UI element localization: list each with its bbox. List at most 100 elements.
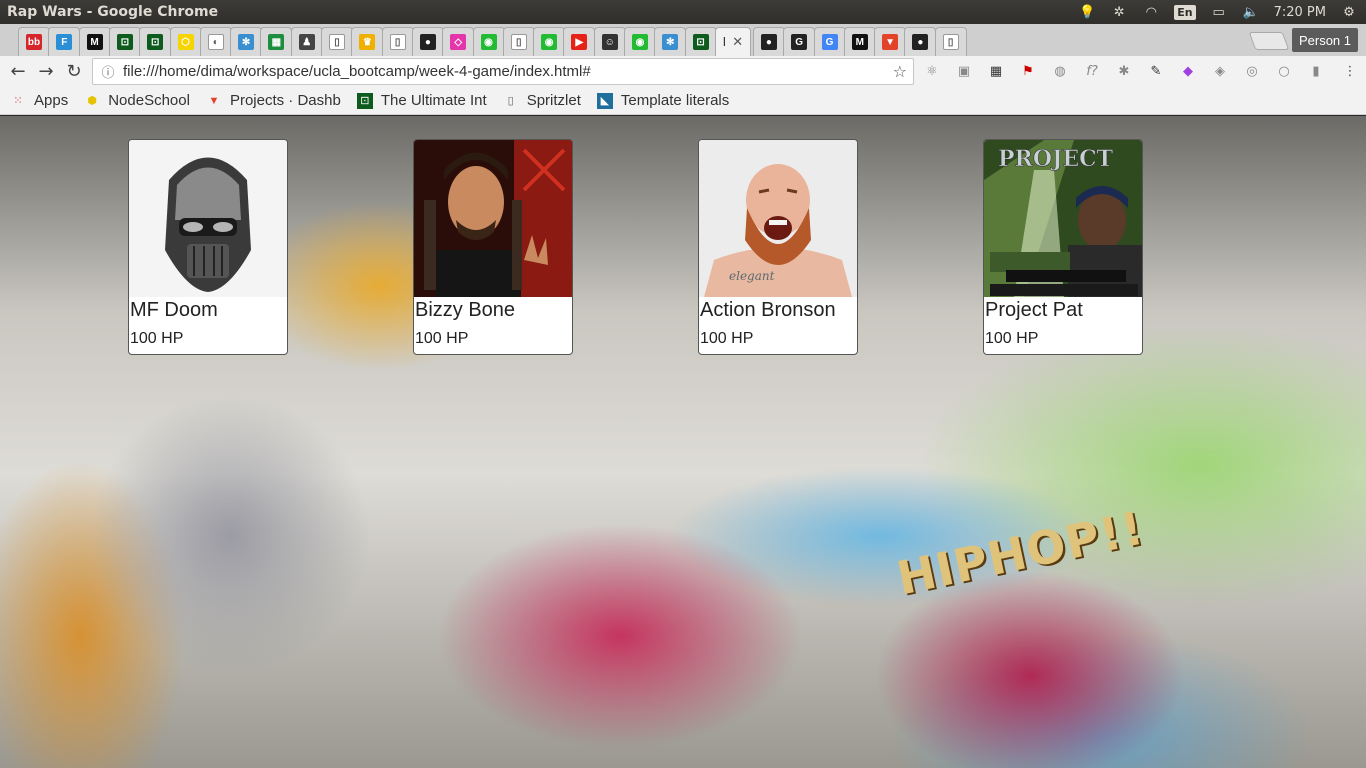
keyboard-layout[interactable]: En — [1174, 4, 1196, 20]
url-text[interactable]: file:///home/dima/workspace/ucla_bootcam… — [123, 63, 591, 80]
function-icon[interactable]: f? — [1082, 61, 1102, 81]
browser-tab[interactable]: ☺ — [593, 27, 626, 56]
menu-kebab-icon[interactable]: ⋮ — [1340, 61, 1360, 81]
character-name: Project Pat — [985, 299, 1083, 321]
browser-tab[interactable]: ● — [904, 27, 937, 56]
bars-extension-icon[interactable]: ▮ — [1306, 61, 1326, 81]
volume-icon[interactable]: 🔈 — [1242, 3, 1260, 21]
android-icon: ◉ — [541, 34, 558, 50]
profile-button[interactable]: Person 1 — [1292, 28, 1358, 52]
svg-text:elegant: elegant — [729, 269, 775, 283]
crown-icon: ♛ — [359, 34, 376, 50]
bookmark-apps[interactable]: ⁙ Apps — [10, 92, 68, 109]
browser-tab[interactable]: ◉ — [533, 27, 566, 56]
power-gear-icon[interactable]: ⚙ — [1340, 3, 1358, 21]
page-icon: ▯ — [510, 34, 527, 50]
character-card-mf-doom[interactable]: MF Doom 100 HP — [128, 139, 288, 355]
browser-tab[interactable]: G — [813, 27, 846, 56]
browser-tab-active[interactable]: I ✕ — [714, 27, 751, 56]
browser-tab[interactable]: ⬡ — [169, 27, 202, 56]
tab-strip: Person 1 bb F M ⊡ ⊡ ⬡ ◐ ✻ ▦ ♟ ▯ ♛ ▯ ● ◇ ◉ ▯ ◉ ▶ ☺ ◉ ✻ ⊡ I ✕ ● G G M ▼… — [0, 24, 1366, 56]
film-icon[interactable]: ▦ — [986, 61, 1006, 81]
browser-tab[interactable]: ⊡ — [108, 27, 141, 56]
battery-icon[interactable]: ▭ — [1210, 3, 1228, 21]
browser-tab[interactable]: M — [843, 27, 876, 56]
browser-tab[interactable]: ♛ — [351, 27, 384, 56]
browser-tab[interactable]: F — [48, 27, 81, 56]
gear-icon: ✻ — [238, 34, 255, 50]
camera-icon[interactable]: ◎ — [1242, 61, 1262, 81]
browser-tab[interactable]: ▯ — [934, 27, 967, 56]
browser-tab[interactable]: ▯ — [321, 27, 353, 56]
os-top-bar: Rap Wars - Google Chrome 💡 ✲ ◠ En ▭ 🔈 7:… — [0, 0, 1366, 24]
browser-tab[interactable]: ⊡ — [139, 27, 172, 56]
bookmark-spritzlet[interactable]: ▯ Spritzlet — [503, 92, 581, 109]
circle-icon: ◐ — [207, 34, 224, 50]
bug-icon[interactable]: ✱ — [1114, 61, 1134, 81]
browser-tab[interactable]: G — [783, 27, 816, 56]
os-indicators: 💡 ✲ ◠ En ▭ 🔈 7:20 PM ⚙ — [1078, 0, 1366, 24]
browser-tab[interactable]: ● — [411, 27, 444, 56]
browser-tab[interactable]: bb — [18, 27, 50, 56]
browser-tab[interactable]: ♟ — [290, 27, 323, 56]
react-devtools-icon[interactable]: ⚛ — [922, 61, 942, 81]
forward-arrow-icon[interactable]: → — [32, 58, 60, 86]
page-icon: ▯ — [507, 95, 514, 107]
character-card-project-pat[interactable]: PROJECT Project Pat 100 HP — [983, 139, 1143, 355]
character-hp: 100 HP — [415, 330, 469, 347]
back-arrow-icon[interactable]: ← — [4, 58, 32, 86]
browser-tab[interactable]: ⊡ — [684, 27, 717, 56]
browser-tab[interactable]: ◉ — [472, 27, 505, 56]
color-extension-icon[interactable]: ◆ — [1178, 61, 1198, 81]
circle-extension-icon[interactable]: ○ — [1274, 61, 1294, 81]
browser-tab[interactable]: ▶ — [563, 27, 596, 56]
eyedropper-icon[interactable]: ✎ — [1146, 61, 1166, 81]
browser-tab[interactable]: ◉ — [624, 27, 656, 56]
bookmark-projects-dashboard[interactable]: ▼ Projects · Dashb — [206, 92, 340, 109]
reload-icon[interactable]: ↻ — [60, 58, 88, 86]
character-hp: 100 HP — [130, 330, 184, 347]
bb-icon: bb — [26, 34, 42, 50]
codecademy-icon: ⊡ — [147, 34, 164, 50]
window-title: Rap Wars - Google Chrome — [7, 4, 219, 20]
browser-tab[interactable]: M — [78, 27, 111, 56]
gitlab-icon: ▼ — [882, 34, 899, 50]
browser-tab[interactable]: ✻ — [230, 27, 263, 56]
character-card-action-bronson[interactable]: elegant Action Bronson 100 HP — [698, 139, 858, 355]
browser-tab[interactable]: ◐ — [199, 27, 232, 56]
browser-tab[interactable]: ✻ — [654, 27, 687, 56]
lightbulb-icon[interactable]: 💡 — [1078, 3, 1096, 21]
clock[interactable]: 7:20 PM — [1274, 5, 1326, 20]
browser-tab[interactable]: ● — [752, 27, 785, 56]
browser-tab[interactable]: ◇ — [442, 27, 475, 56]
page-icon: ▯ — [389, 34, 406, 50]
extension-icon[interactable]: ▣ — [954, 61, 974, 81]
bookmark-template-literals[interactable]: ◣ Template literals — [596, 92, 729, 109]
close-tab-icon[interactable]: ✕ — [732, 35, 743, 50]
character-photo — [414, 140, 572, 297]
bookmark-nodeschool[interactable]: ⬢ NodeSchool — [84, 92, 190, 109]
ghost-icon[interactable]: ◍ — [1050, 61, 1070, 81]
bookmark-star-icon[interactable]: ☆ — [893, 62, 907, 81]
codecademy-icon: ⊡ — [692, 34, 709, 50]
browser-tab[interactable]: ▦ — [260, 27, 293, 56]
new-tab-button[interactable] — [1248, 32, 1290, 50]
bookmark-ultimate-intro[interactable]: ⊡ The Ultimate Int — [356, 92, 487, 109]
character-photo — [129, 140, 287, 297]
browser-tab[interactable]: ▯ — [502, 27, 535, 56]
flag-icon[interactable]: ⚑ — [1018, 61, 1038, 81]
browser-tab[interactable]: ▯ — [381, 27, 414, 56]
browser-tab[interactable]: ▼ — [874, 27, 907, 56]
nodeschool-icon: ⬢ — [87, 95, 97, 107]
settings-gear-icon[interactable]: ✲ — [1110, 3, 1128, 21]
wifi-icon[interactable]: ◠ — [1142, 3, 1160, 21]
layers-icon[interactable]: ◈ — [1210, 61, 1230, 81]
google-icon: G — [821, 34, 838, 50]
character-card-bizzy-bone[interactable]: Bizzy Bone 100 HP — [413, 139, 573, 355]
address-bar[interactable]: ⓘ file:///home/dima/workspace/ucla_bootc… — [92, 58, 914, 85]
gitlab-icon: ▼ — [208, 94, 220, 107]
info-icon[interactable]: ⓘ — [97, 62, 119, 81]
github-icon: ● — [912, 34, 929, 50]
f-icon: F — [56, 34, 73, 50]
character-photo: PROJECT — [984, 140, 1142, 297]
